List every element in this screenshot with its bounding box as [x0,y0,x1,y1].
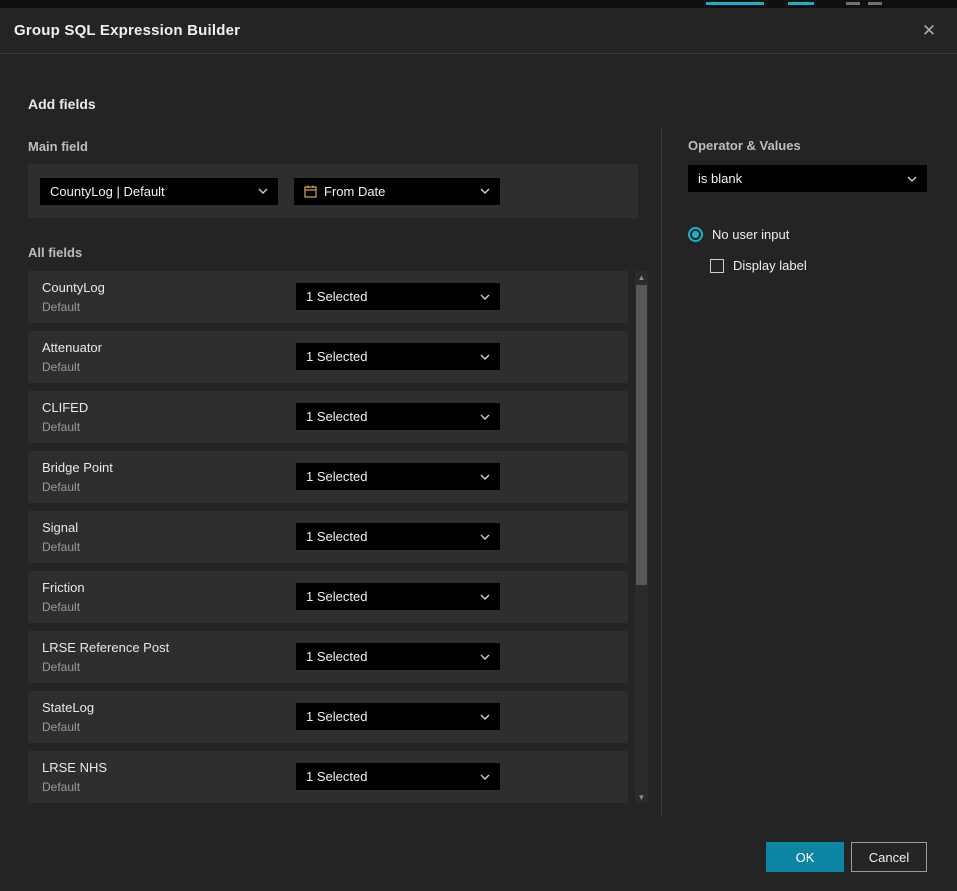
dropdown-value: 1 Selected [306,469,367,484]
dropdown-value: CountyLog | Default [50,184,165,199]
chevron-down-icon [472,594,490,600]
chevron-down-icon [472,354,490,360]
chevron-down-icon [472,414,490,420]
field-name: Friction [42,580,85,595]
field-name: Attenuator [42,340,102,355]
panel-divider [661,128,662,816]
chevron-down-icon [472,294,490,300]
field-subtitle: Default [42,480,80,494]
field-name: StateLog [42,700,94,715]
all-fields-label: All fields [28,245,82,260]
chevron-down-icon [472,474,490,480]
field-row: CLIFED Default 1 Selected [28,391,628,443]
main-field-label: Main field [28,139,88,154]
dropdown-value: 1 Selected [306,649,367,664]
chevron-down-icon [472,714,490,720]
checkbox-label: Display label [733,258,807,273]
chevron-down-icon [250,188,268,194]
all-fields-list: CountyLog Default 1 Selected Attenuator … [28,271,628,811]
field-row: Bridge Point Default 1 Selected [28,451,628,503]
field-name: CountyLog [42,280,105,295]
field-selected-dropdown[interactable]: 1 Selected [296,403,500,430]
main-field-box: CountyLog | Default From Date [28,164,638,218]
operator-values-heading: Operator & Values [688,138,801,153]
operator-dropdown[interactable]: is blank [688,165,927,192]
dialog-title: Group SQL Expression Builder [14,22,240,39]
display-label-checkbox[interactable]: Display label [710,258,807,273]
dropdown-value: 1 Selected [306,709,367,724]
scroll-down-icon[interactable]: ▼ [635,791,648,803]
field-selected-dropdown[interactable]: 1 Selected [296,523,500,550]
calendar-icon [304,185,317,198]
field-row: CountyLog Default 1 Selected [28,271,628,323]
field-subtitle: Default [42,720,80,734]
field-subtitle: Default [42,540,80,554]
background-app-artifact [868,2,882,5]
background-app-artifact [706,2,764,5]
chevron-down-icon [472,188,490,194]
dropdown-value: 1 Selected [306,409,367,424]
chevron-down-icon [472,534,490,540]
field-name: Bridge Point [42,460,113,475]
radio-label: No user input [712,227,789,242]
chevron-down-icon [472,774,490,780]
scroll-up-icon[interactable]: ▲ [635,271,648,283]
no-user-input-radio[interactable]: No user input [688,227,789,242]
field-selected-dropdown[interactable]: 1 Selected [296,583,500,610]
field-row: Signal Default 1 Selected [28,511,628,563]
field-selected-dropdown[interactable]: 1 Selected [296,643,500,670]
checkbox-unchecked-icon [710,259,724,273]
field-subtitle: Default [42,300,80,314]
add-fields-heading: Add fields [28,96,96,112]
cancel-button[interactable]: Cancel [851,842,927,872]
scrollbar-thumb[interactable] [636,285,647,585]
chevron-down-icon [472,654,490,660]
field-row: LRSE Reference Post Default 1 Selected [28,631,628,683]
dialog-header: Group SQL Expression Builder ✕ [0,8,957,54]
field-selected-dropdown[interactable]: 1 Selected [296,463,500,490]
field-row: LRSE NHS Default 1 Selected [28,751,628,803]
field-selected-dropdown[interactable]: 1 Selected [296,343,500,370]
dropdown-value: 1 Selected [306,289,367,304]
dropdown-value: 1 Selected [306,769,367,784]
field-name: CLIFED [42,400,88,415]
ok-button[interactable]: OK [766,842,844,872]
background-app-artifact [846,2,860,5]
dropdown-value: From Date [324,184,385,199]
all-fields-scrollbar[interactable]: ▲ ▼ [635,271,648,803]
dropdown-value: is blank [698,171,742,186]
dropdown-value: 1 Selected [306,589,367,604]
field-row: Attenuator Default 1 Selected [28,331,628,383]
field-subtitle: Default [42,660,80,674]
group-sql-expression-builder-dialog: Group SQL Expression Builder ✕ Add field… [0,8,957,891]
dropdown-value: 1 Selected [306,349,367,364]
field-name: LRSE NHS [42,760,107,775]
field-row: Friction Default 1 Selected [28,571,628,623]
field-subtitle: Default [42,780,80,794]
chevron-down-icon [899,176,917,182]
field-subtitle: Default [42,360,80,374]
field-selected-dropdown[interactable]: 1 Selected [296,283,500,310]
background-app-artifact [788,2,814,5]
field-selected-dropdown[interactable]: 1 Selected [296,763,500,790]
field-name: Signal [42,520,78,535]
field-subtitle: Default [42,420,80,434]
radio-selected-icon [688,227,703,242]
field-subtitle: Default [42,600,80,614]
field-name: LRSE Reference Post [42,640,169,655]
field-row: StateLog Default 1 Selected [28,691,628,743]
main-field-field-dropdown[interactable]: From Date [294,178,500,205]
close-icon[interactable]: ✕ [915,17,943,45]
field-selected-dropdown[interactable]: 1 Selected [296,703,500,730]
main-field-source-dropdown[interactable]: CountyLog | Default [40,178,278,205]
dropdown-value: 1 Selected [306,529,367,544]
